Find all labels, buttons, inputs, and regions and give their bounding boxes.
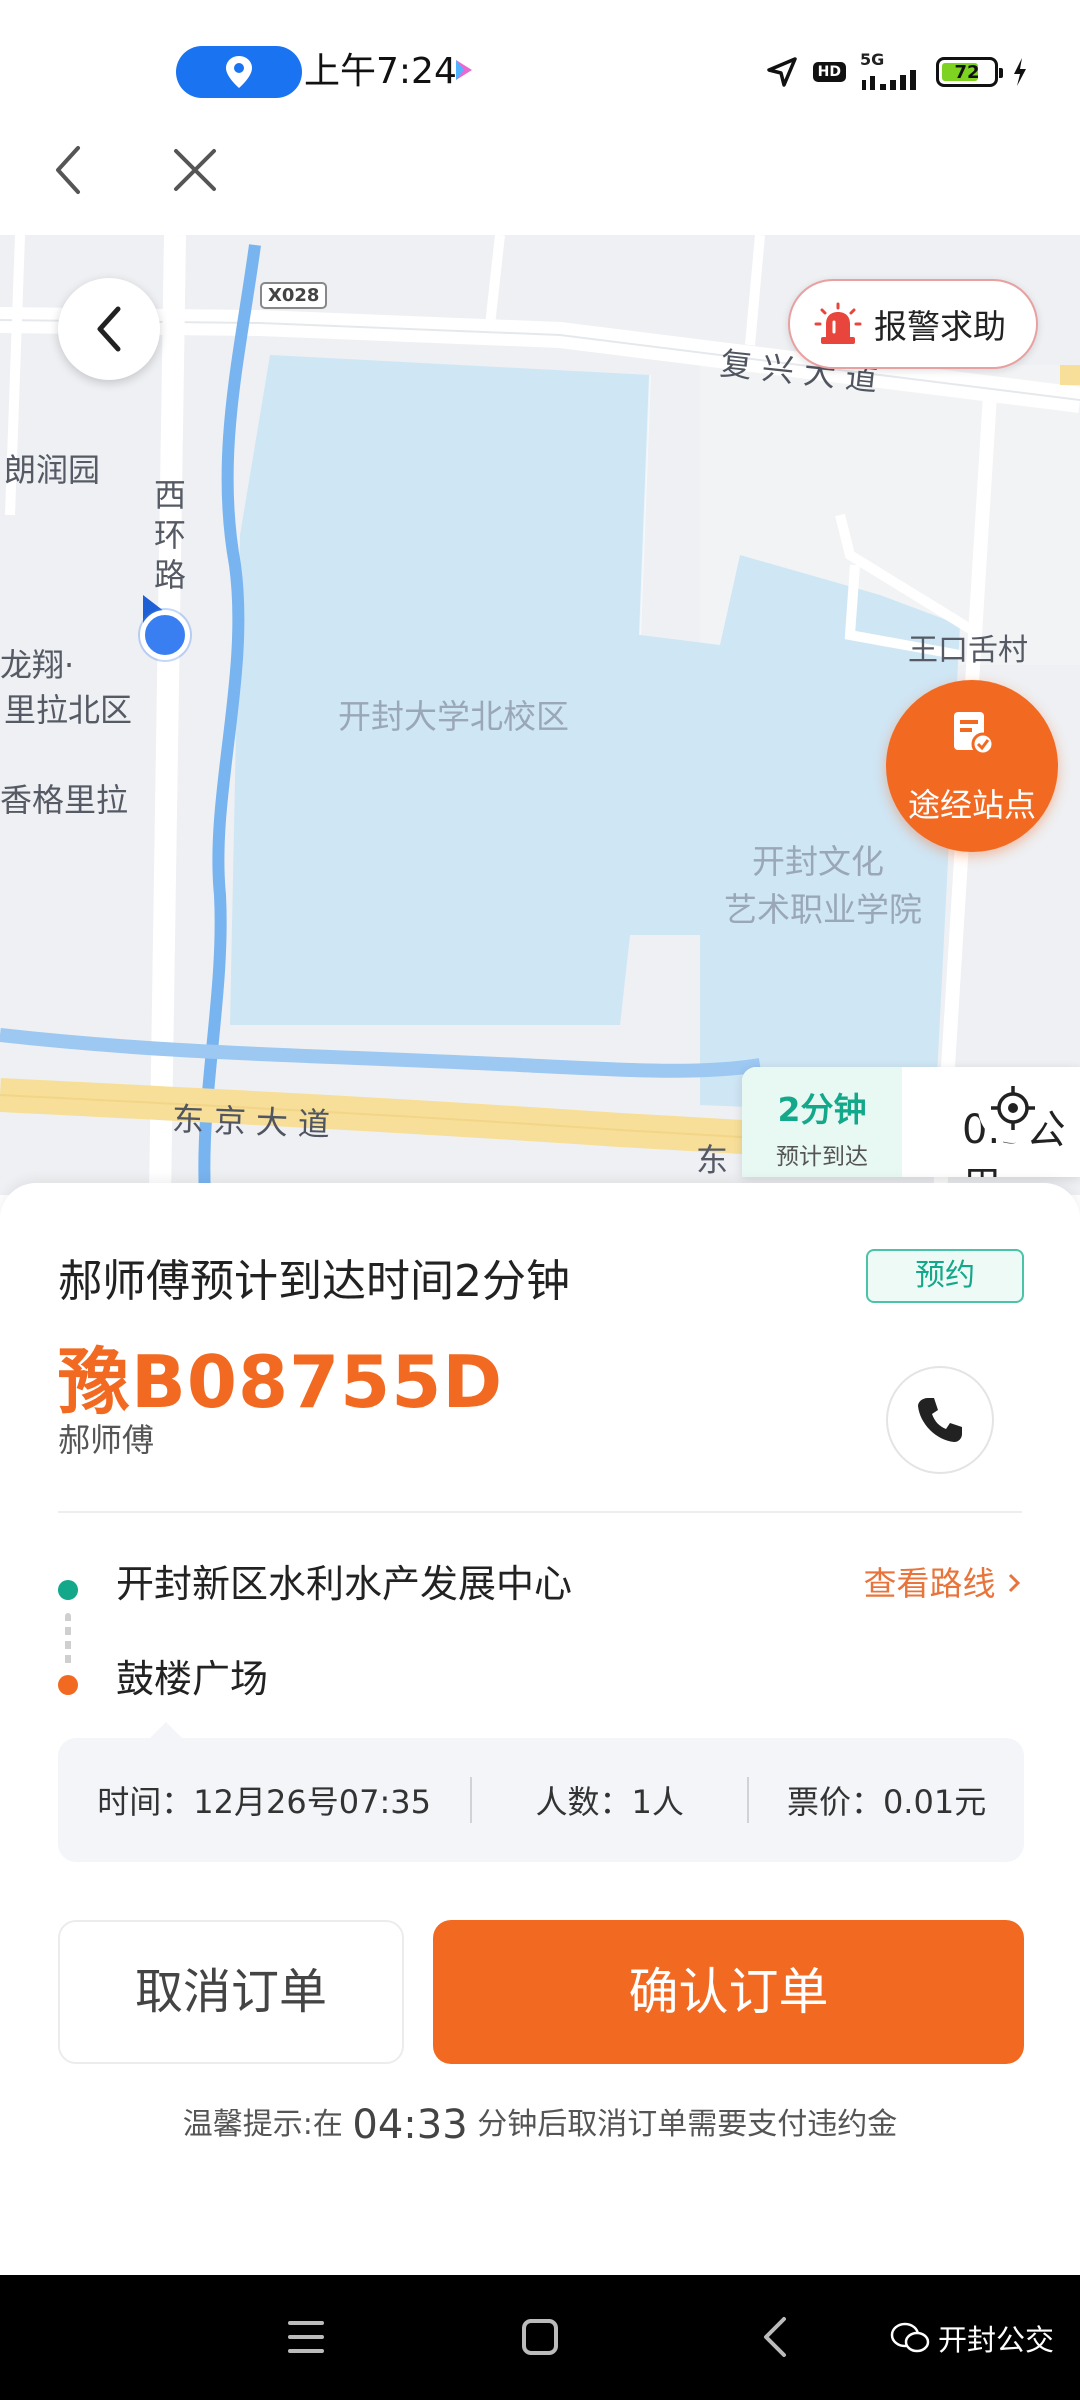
app-notification-icon [456, 60, 472, 80]
road-label-dong: 东 [696, 1141, 729, 1179]
poi-label-culture-college-line1: 开封文化 [752, 842, 884, 881]
view-route-label: 查看路线 [863, 1564, 996, 1603]
driver-eta-title: 郝师傅预计到达时间2分钟 [58, 1256, 570, 1307]
map-back-button[interactable] [58, 278, 160, 380]
driver-name: 郝师傅 [58, 1421, 155, 1459]
reservation-badge: 预约 [866, 1249, 1024, 1303]
start-stop-dot [58, 1580, 78, 1600]
eta-subtitle: 预计到达 [776, 1144, 868, 1170]
location-sharing-pill[interactable] [176, 46, 302, 98]
end-stop-dot [58, 1675, 78, 1695]
alarm-label: 报警求助 [874, 307, 1006, 346]
navigation-arrow-icon [766, 57, 797, 87]
poi-label-shangrila: 香格里拉 [0, 781, 129, 819]
chevron-right-icon [1008, 1573, 1021, 1593]
poi-label-wangkou: 王口舌村 [908, 633, 1028, 668]
close-button[interactable] [170, 145, 220, 195]
route-connector [65, 1613, 71, 1665]
emergency-alarm-button[interactable]: 报警求助 [788, 279, 1038, 369]
road-label-dongjing: 东京大道 [171, 1100, 341, 1144]
trip-passengers: 人数：1人 [535, 1783, 684, 1821]
cancellation-tip: 温馨提示:在 04:33 分钟后取消订单需要支付违约金 [0, 2099, 1080, 2148]
recenter-location-button[interactable] [978, 1073, 1048, 1143]
battery-level: 72 [954, 61, 980, 83]
end-stop-name: 鼓楼广场 [116, 1657, 269, 1701]
poi-label-culture-college-line2: 艺术职业学院 [724, 890, 922, 929]
map-view[interactable]: X028 复兴大道 朗润园 西环路 龙翔· 里拉北区 香格里拉 王口舌村 开封大… [0, 235, 1080, 1195]
cellular-signal: 5G [860, 52, 922, 92]
close-icon [174, 149, 216, 191]
trip-info-box: 时间：12月26号07:35 人数：1人 票价：0.01元 [58, 1722, 1024, 1862]
road-label-xihuan: 西环路 [153, 476, 186, 594]
chevron-left-icon [56, 146, 80, 194]
view-route-link[interactable]: 查看路线 [864, 1557, 1023, 1605]
eta-time-box: 2分钟 预计到达 [742, 1067, 902, 1177]
current-location-marker [140, 610, 190, 660]
order-sheet: 郝师傅预计到达时间2分钟 预约 豫B08755D 郝师傅 开封新区水利水产发展中… [0, 1183, 1080, 2275]
call-driver-button[interactable] [886, 1366, 994, 1474]
back-nav-icon[interactable] [760, 2315, 790, 2359]
trip-price: 票价：0.01元 [786, 1783, 987, 1821]
route-stops-button[interactable]: 途经站点 [886, 680, 1058, 852]
license-plate: 豫B08755D [58, 1340, 504, 1424]
start-stop-name: 开封新区水利水产发展中心 [116, 1562, 573, 1606]
route-stops-label: 途经站点 [907, 786, 1036, 824]
watermark-label: 开封公交 [938, 2323, 1055, 2357]
poi-label-langrunyuan: 朗润园 [4, 451, 101, 489]
hd-badge: HD [812, 62, 846, 82]
eta-minutes: 2分钟 [777, 1090, 867, 1129]
location-pin-icon [226, 56, 252, 88]
poi-label-kaifeng-university: 开封大学北校区 [338, 697, 569, 736]
phone-icon [918, 1398, 962, 1442]
home-icon[interactable] [520, 2317, 560, 2357]
chevron-left-icon [97, 306, 121, 352]
tip-prefix: 温馨提示:在 [182, 2107, 343, 2142]
status-time: 上午7:24 [304, 51, 457, 92]
network-type: 5G [860, 50, 885, 69]
status-bar: 上午7:24 HD 5G 72 [0, 0, 1080, 140]
tip-suffix: 分钟后取消订单需要支付违约金 [477, 2107, 898, 2142]
charging-icon [1014, 58, 1026, 86]
poi-label-shangrila-north: 里拉北区 [4, 691, 133, 729]
divider [58, 1511, 1022, 1513]
trip-time: 时间：12月26号07:35 [97, 1783, 431, 1821]
tip-countdown: 04:33 [352, 2102, 468, 2148]
cancel-order-button[interactable]: 取消订单 [58, 1920, 404, 2064]
back-button[interactable] [48, 140, 88, 200]
wechat-watermark: 开封公交 [890, 2317, 1054, 2359]
confirm-order-button[interactable]: 确认订单 [433, 1920, 1024, 2064]
crosshair-icon [991, 1086, 1035, 1130]
stop-list-icon [954, 712, 994, 756]
signal-bars-icon [862, 70, 916, 90]
system-navigation-bar: 开封公交 [0, 2275, 1080, 2400]
road-number-badge: X028 [260, 282, 328, 309]
battery-indicator: 72 [936, 57, 1003, 87]
menu-icon[interactable] [286, 2319, 326, 2355]
siren-icon [814, 302, 862, 344]
poi-label-longxiang: 龙翔· [0, 646, 75, 684]
wechat-icon [890, 2322, 930, 2353]
